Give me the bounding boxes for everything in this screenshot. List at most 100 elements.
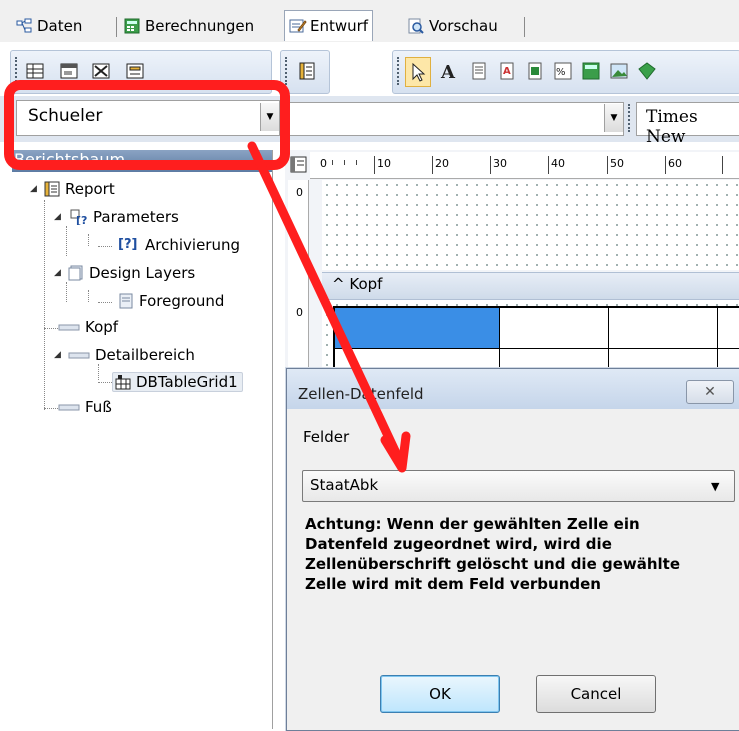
tree-node-kopf[interactable]: Kopf [58,318,118,336]
tree-line [44,328,58,329]
tree-node-archivierung[interactable]: [?] Archivierung [118,236,240,254]
tree-node-parameters[interactable]: ◢ [?] Parameters [54,208,179,227]
tree-node-fuss[interactable]: Fuß [58,398,112,416]
expand-triangle-icon[interactable]: ◢ [54,350,64,360]
design-edit-icon [289,18,307,34]
tree-node-label: Report [65,180,115,198]
layers-icon [68,265,84,281]
richtext-icon[interactable]: A [497,61,517,81]
svg-text:%: % [556,67,566,78]
tree-node-dbtablegrid[interactable]: DBTableGrid1 [112,372,243,392]
ruler-label: 30 [493,157,507,170]
tree-line [88,290,89,302]
ruler-label: 50 [610,157,624,170]
pointer-select-icon[interactable] [405,57,431,87]
ruler-label: 0 [296,306,303,319]
ok-button[interactable]: OK [380,675,500,713]
table-cell[interactable] [609,308,718,349]
memo-icon[interactable] [469,61,489,81]
ruler-corner-icon[interactable] [290,156,308,174]
ruler-label: 20 [435,157,449,170]
expand-triangle-icon[interactable]: ◢ [54,212,64,222]
close-icon: ✕ [704,384,716,400]
tree-node-foreground[interactable]: Foreground [118,292,224,310]
field-select[interactable]: ▼ [282,102,624,136]
band-kopf-label: ^ Kopf [332,275,382,293]
band-caret: ^ [332,275,345,293]
ruler-label: 0 [320,157,327,170]
window-icon[interactable] [59,61,79,81]
chevron-down-icon[interactable]: ▼ [711,480,719,493]
tree-node-label: Kopf [85,318,119,336]
svg-text:A: A [503,66,511,77]
tab-entwurf[interactable]: Entwurf [284,10,374,41]
tab-separator [524,17,525,37]
form-icon[interactable] [125,61,145,81]
band-grid-header[interactable] [322,180,739,270]
table-grid-icon [115,374,131,390]
band-kopf-text: Kopf [349,275,383,293]
table-cell[interactable] [500,308,609,349]
tab-entwurf-label: Entwurf [310,17,369,35]
band-kopf[interactable] [322,272,739,300]
tree-line [44,408,58,409]
report-icon [44,181,60,197]
toolbar-components: A A % [392,50,739,94]
tree-line [66,226,67,256]
dbtext-icon[interactable] [525,61,545,81]
tree-node-detailbereich[interactable]: ◢ Detailbereich [30,346,195,364]
tree-node-label: Archivierung [145,236,240,254]
tab-daten-label: Daten [37,17,83,35]
cancel-button[interactable]: Cancel [536,675,656,713]
close-button[interactable]: ✕ [686,380,734,404]
data-icon [16,18,32,34]
toolbar-grip[interactable] [628,104,633,132]
tree-node-label: Parameters [93,208,179,226]
tree-line [98,246,112,247]
tab-vorschau[interactable]: Vorschau [408,14,498,38]
fields-select-value: StaatAbk [310,476,379,494]
shape-icon[interactable] [637,61,657,81]
calc-component-icon[interactable] [581,61,601,81]
tree-node-label: Foreground [139,292,225,310]
tree-node-design-layers[interactable]: ◢ Design Layers [54,264,195,282]
band-icon [68,347,90,363]
tab-berechnungen[interactable]: Berechnungen [124,14,254,38]
parameter-icon: [?] [118,237,138,252]
calculator-icon [124,18,140,34]
tree-line [44,200,45,410]
image-icon[interactable] [609,61,629,81]
ruler-label: 40 [551,157,565,170]
tree-line [98,382,112,383]
ruler-label: 0 [296,186,303,199]
text-label-icon[interactable]: A [439,61,459,83]
tab-separator [116,17,117,37]
tree-node-label: Design Layers [89,264,196,282]
band-icon [58,399,80,415]
tab-berechnungen-label: Berechnungen [145,17,255,35]
tree-line [66,282,67,302]
tree-node-label: Fuß [85,398,112,416]
preview-icon [408,18,424,34]
ruler-label: 60 [668,157,682,170]
variable-icon[interactable]: % [553,61,573,81]
fields-label: Felder [303,428,350,446]
db-table-grid[interactable] [333,306,739,376]
svg-text:[?]: [?] [76,214,88,225]
parameters-icon: [?] [68,209,92,227]
report-tree-icon[interactable] [297,61,317,81]
expand-triangle-icon[interactable]: ◢ [30,184,40,194]
expand-triangle-icon[interactable]: ◢ [54,268,64,278]
tab-daten[interactable]: Daten [16,14,82,38]
ruler-label: 10 [377,157,391,170]
tab-vorschau-label: Vorschau [429,17,498,35]
horizontal-ruler: 0 10 20 30 40 50 60 [310,152,739,179]
tree-node-report[interactable]: ◢ Report [30,180,115,198]
table-cell-selected[interactable] [335,308,500,349]
table-icon[interactable] [25,61,45,81]
delete-table-icon[interactable] [91,61,111,81]
table-cell[interactable] [718,308,739,349]
toolbar-grip[interactable] [285,57,290,85]
chevron-down-icon[interactable]: ▼ [604,104,623,132]
toolbar-grip[interactable] [397,57,402,85]
